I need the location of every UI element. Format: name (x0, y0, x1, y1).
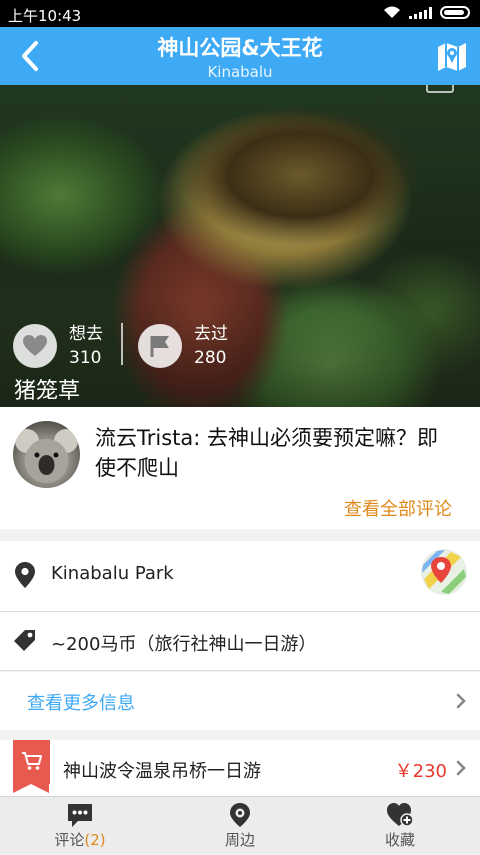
camera-icon[interactable] (426, 85, 454, 93)
been-label: 去过 (194, 324, 228, 344)
top-bar: 神山公园&大王花 Kinabalu (0, 27, 480, 85)
tour-product-row[interactable]: 神山波令温泉吊桥一日游 ￥230 (0, 740, 480, 796)
tab-comments-count: (2) (84, 831, 106, 849)
more-info-row[interactable]: 查看更多信息 (0, 672, 480, 730)
want-count: 310 (69, 348, 102, 368)
nearby-pin-icon (230, 803, 250, 827)
price-info-text: ~200马币（旅行社神山一日游） (51, 634, 317, 655)
tour-price: ￥230 (394, 761, 447, 782)
location-pin-icon (15, 562, 35, 588)
tab-favorite-label: 收藏 (384, 831, 415, 849)
price-row: ~200马币（旅行社神山一日游） (0, 612, 480, 670)
map-icon[interactable] (436, 41, 468, 71)
want-label: 想去 (69, 324, 103, 344)
map-app-icon[interactable] (421, 549, 467, 595)
tab-nearby[interactable]: 周边 (160, 797, 320, 855)
status-bar: 上午10:43 (0, 0, 480, 27)
page-subtitle: Kinabalu (207, 63, 273, 81)
tab-favorite[interactable]: 收藏 (320, 797, 480, 855)
cart-icon (22, 752, 42, 770)
page-title: 神山公园&大王花 (157, 36, 323, 60)
tour-name: 神山波令温泉吊桥一日游 (63, 761, 261, 782)
chevron-right-icon (456, 693, 466, 709)
status-icons (383, 6, 470, 19)
tab-comments[interactable]: 评论(2) (0, 797, 160, 855)
avatar[interactable] (13, 421, 80, 488)
want-to-go-button[interactable]: 想去 310 (13, 322, 103, 370)
hero-image[interactable]: 想去 310 去过 280 猪笼草 (0, 85, 480, 407)
tab-nearby-label: 周边 (224, 831, 255, 849)
stat-divider (121, 323, 123, 365)
cart-tag (13, 740, 50, 793)
row-separator (0, 670, 480, 671)
location-text: Kinabalu Park (51, 563, 174, 584)
tab-comments-label: 评论 (54, 831, 85, 849)
status-time: 上午10:43 (8, 7, 82, 25)
been-there-button[interactable]: 去过 280 (138, 322, 228, 370)
heart-icon (13, 324, 57, 368)
bottom-tab-bar: 评论(2) 周边 收藏 (0, 796, 480, 854)
been-count: 280 (194, 348, 227, 368)
signal-icon (409, 6, 432, 19)
battery-icon (440, 6, 470, 19)
view-all-comments-link[interactable]: 查看全部评论 (344, 495, 452, 521)
price-tag-icon (14, 630, 35, 651)
comment-preview[interactable]: 流云Trista: 去神山必须要预定嘛？即使不爬山 查看全部评论 (0, 407, 480, 529)
wifi-icon (384, 6, 400, 18)
favorite-add-icon (387, 803, 414, 827)
location-row[interactable]: Kinabalu Park (0, 541, 480, 611)
comment-text: 流云Trista: 去神山必须要预定嘛？即使不爬山 (95, 426, 439, 480)
plant-name: 猪笼草 (14, 379, 81, 404)
flag-icon (138, 324, 182, 368)
more-info-link[interactable]: 查看更多信息 (27, 689, 135, 715)
comment-icon (68, 804, 92, 827)
chevron-right-icon (456, 760, 466, 776)
